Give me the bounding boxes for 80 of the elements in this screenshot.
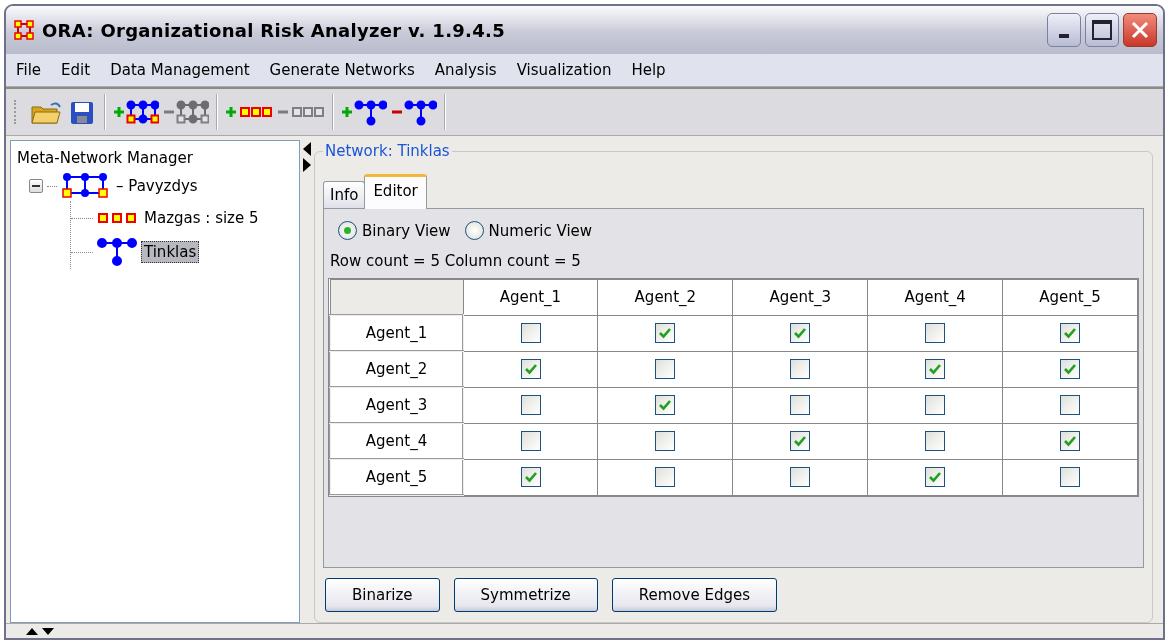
checkbox[interactable] [790,359,811,379]
check-icon [928,470,943,484]
menu-item[interactable]: File [16,61,42,79]
checkbox[interactable] [925,323,946,343]
check-icon [928,362,943,376]
checkbox[interactable] [1060,359,1081,379]
tree-root-label: Meta-Network Manager [17,149,194,167]
expand-right-icon[interactable] [303,158,311,172]
check-icon [658,326,673,340]
check-icon [523,362,538,376]
checkbox[interactable] [655,431,676,451]
checkbox[interactable] [655,467,676,487]
collapse-toggle[interactable] [29,179,43,193]
menu-item[interactable]: Visualization [516,61,612,79]
row-header: Agent_2 [330,351,463,387]
tree-item[interactable]: Tinklas [141,241,200,263]
check-icon [793,434,808,448]
checkbox[interactable] [925,359,946,379]
app-logo-icon [14,20,34,40]
network-grid-icon [61,171,109,201]
menu-item[interactable]: Help [631,61,666,79]
menu-item[interactable]: Data Management [110,61,250,79]
radio-label: Binary View [362,221,451,240]
checkbox[interactable] [1060,431,1081,451]
tree-item[interactable]: – Pavyzdys [113,175,201,197]
checkbox[interactable] [925,467,946,487]
checkbox[interactable] [655,323,676,343]
checkbox[interactable] [790,323,811,343]
checkbox[interactable] [1060,467,1081,487]
action-button[interactable]: Remove Edges [611,578,777,612]
check-icon [523,470,538,484]
window-title: ORA: Organizational Risk Analyzer v. 1.9.4.5 [42,19,507,41]
maximize-button[interactable] [1085,13,1119,47]
network-tree-icon [97,237,137,267]
checkbox[interactable] [1060,395,1081,415]
collapse-left-icon[interactable] [303,142,311,156]
checkbox[interactable] [655,395,676,415]
row-header: Agent_3 [330,387,463,423]
checkbox[interactable] [520,395,541,415]
row-header: Agent_4 [330,423,463,459]
tab[interactable]: Editor [364,174,427,209]
check-icon [793,326,808,340]
menu-item[interactable]: Analysis [434,61,497,79]
checkbox[interactable] [655,359,676,379]
check-icon [1063,434,1078,448]
row-header: Agent_1 [330,315,463,351]
radio-label: Numeric View [488,221,593,240]
close-icon [1130,20,1150,40]
checkbox[interactable] [520,359,541,379]
tree-item[interactable]: Mazgas : size 5 [141,207,262,229]
menu-item[interactable]: Generate Networks [269,61,415,79]
count-label: Row count = 5 Column count = 5 [330,252,582,270]
checkbox[interactable] [925,395,946,415]
checkbox[interactable] [1060,323,1081,343]
checkbox[interactable] [520,467,541,487]
checkbox[interactable] [790,395,811,415]
column-header: Agent_3 [732,279,868,315]
action-button[interactable]: Binarize [325,578,440,612]
checkbox[interactable] [925,431,946,451]
checkbox[interactable] [790,431,811,451]
column-header: Agent_1 [463,279,598,315]
node-squares-icon [97,210,137,226]
group-title: Network: Tinklas [324,142,451,160]
check-icon [658,398,673,412]
tab[interactable]: Info [323,181,366,208]
checkbox[interactable] [790,467,811,487]
check-icon [1063,326,1078,340]
radio-button[interactable] [464,221,484,240]
menu-item[interactable]: Edit [61,61,91,79]
column-header: Agent_2 [597,279,733,315]
column-header: Agent_5 [1002,279,1138,315]
action-button[interactable]: Symmetrize [453,578,598,612]
radio-button[interactable] [338,221,357,240]
checkbox[interactable] [520,323,541,343]
row-header: Agent_5 [330,459,463,495]
checkbox[interactable] [520,431,541,451]
check-icon [1063,362,1078,376]
column-header: Agent_4 [867,279,1003,315]
minimize-button[interactable] [1047,13,1081,47]
close-button[interactable] [1123,13,1157,47]
